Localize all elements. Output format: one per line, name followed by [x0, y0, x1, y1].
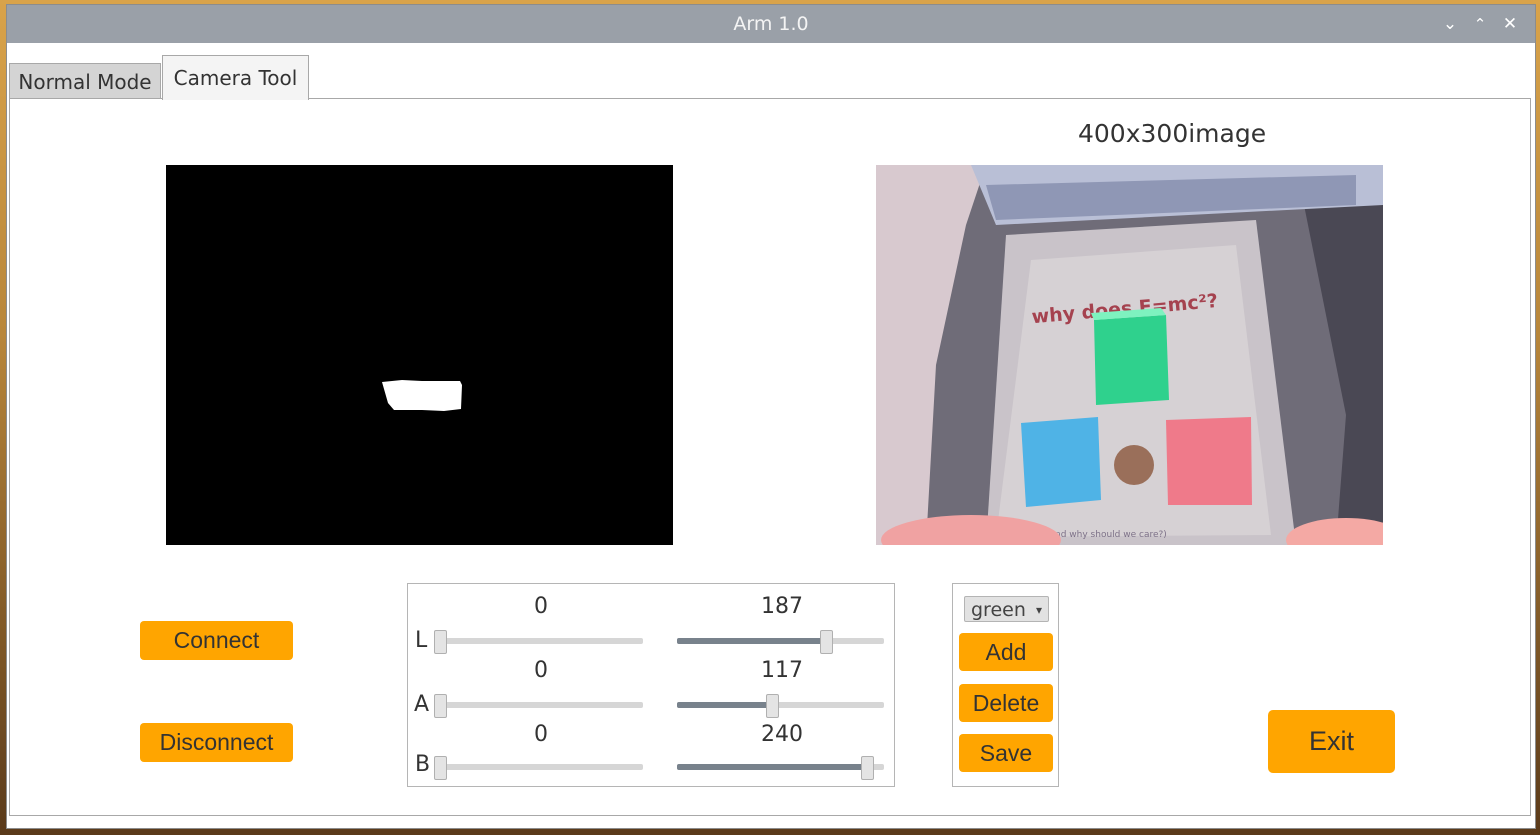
b-max-handle[interactable] [860, 756, 874, 780]
l-label: L [415, 628, 428, 653]
color-select[interactable]: green ▾ [964, 596, 1049, 622]
a-min-value: 0 [534, 658, 548, 683]
image-size-caption: 400x300image [1078, 119, 1267, 148]
disconnect-button[interactable]: Disconnect [140, 723, 293, 762]
window-title: Arm 1.0 [733, 13, 809, 35]
b-min-slider[interactable] [434, 756, 643, 780]
l-max-slider[interactable] [677, 630, 884, 654]
l-max-fill [677, 638, 826, 644]
tab-camera-tool[interactable]: Camera Tool [162, 55, 309, 100]
photo-footer: (and why should we care?) [1046, 530, 1167, 540]
a-label: A [414, 692, 430, 717]
color-preset-box: green ▾ Add Delete Save [952, 583, 1059, 787]
save-button[interactable]: Save [959, 734, 1053, 772]
mask-preview [166, 165, 673, 545]
b-max-slider[interactable] [677, 756, 884, 780]
b-min-value: 0 [534, 722, 548, 747]
color-select-value: green [971, 599, 1026, 621]
chevron-up-icon[interactable]: ⌃ [1469, 11, 1491, 37]
a-max-fill [677, 702, 773, 708]
delete-button[interactable]: Delete [959, 684, 1053, 722]
close-icon[interactable]: ✕ [1499, 11, 1521, 37]
l-max-handle[interactable] [820, 630, 833, 654]
l-min-handle[interactable] [434, 630, 447, 654]
b-max-fill [677, 764, 867, 770]
connect-button[interactable]: Connect [140, 621, 293, 660]
a-max-value: 117 [761, 658, 803, 683]
a-min-slider[interactable] [434, 694, 643, 718]
b-max-value: 240 [761, 722, 803, 747]
exit-button[interactable]: Exit [1268, 710, 1395, 773]
lab-threshold-sliders: 0 187 L 0 117 A 0 240 B [407, 583, 895, 787]
a-max-handle[interactable] [766, 694, 780, 718]
b-min-handle[interactable] [434, 756, 447, 780]
add-button[interactable]: Add [959, 633, 1053, 671]
a-max-slider[interactable] [677, 694, 884, 718]
l-min-value: 0 [534, 594, 548, 619]
chevron-down-icon[interactable]: ⌄ [1439, 11, 1461, 37]
app-window: Arm 1.0 ⌄ ⌃ ✕ Normal Mode Camera Tool 40… [6, 4, 1536, 829]
camera-tool-panel: 400x300image why does E=mc²? (and why sh… [9, 98, 1531, 816]
l-max-value: 187 [761, 594, 803, 619]
camera-feed: why does E=mc²? (and why should we care?… [876, 165, 1383, 545]
b-label: B [415, 752, 431, 777]
title-bar[interactable]: Arm 1.0 ⌄ ⌃ ✕ [7, 5, 1535, 43]
l-min-slider[interactable] [434, 630, 643, 654]
a-min-handle[interactable] [434, 694, 447, 718]
chevron-down-icon: ▾ [1035, 603, 1042, 617]
camera-photo: why does E=mc²? (and why should we care?… [876, 165, 1383, 545]
tab-normal-mode[interactable]: Normal Mode [9, 63, 161, 100]
mask-blob [382, 380, 462, 411]
